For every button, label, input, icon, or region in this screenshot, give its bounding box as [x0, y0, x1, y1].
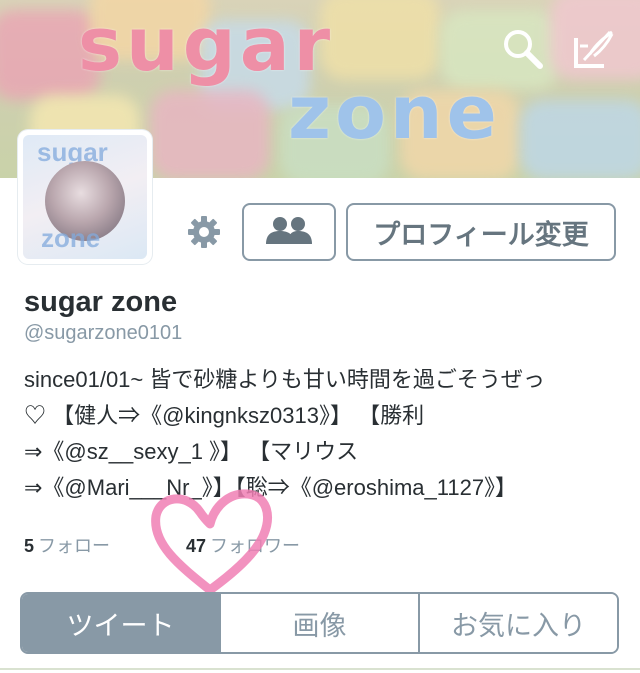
bio-line: ⇒《@sz__sexy_1 》】 【マリウス	[24, 439, 359, 464]
search-icon[interactable]	[498, 24, 546, 72]
following-label: フォロー	[38, 536, 111, 556]
followers-count: 47	[186, 536, 207, 556]
followers-stat[interactable]: 47 フォロワー	[186, 532, 300, 558]
following-stat[interactable]: 5 フォロー	[24, 532, 110, 558]
gear-icon[interactable]	[186, 214, 222, 250]
bio-line: ⇒《@Mari___Nr_》】【聡⇒《@eroshima_1127》】	[24, 475, 518, 500]
divider	[0, 668, 640, 670]
people-icon	[264, 215, 314, 250]
tab-images[interactable]: 画像	[219, 594, 418, 652]
tab-tweets[interactable]: ツイート	[22, 594, 219, 652]
edit-profile-button[interactable]: プロフィール変更	[346, 203, 616, 261]
avatar-image: sugar zone	[23, 135, 147, 259]
bio-line: since01/01~ 皆で砂糖よりも甘い時間を過ごそうぜっ	[24, 367, 545, 392]
bio-line: ♡ 【健人⇒《@kingnksz0313》】 【勝利	[24, 403, 425, 428]
edit-profile-label: プロフィール変更	[373, 219, 589, 250]
people-button[interactable]	[242, 203, 336, 261]
tab-tweets-label: ツイート	[66, 610, 175, 641]
compose-icon[interactable]	[570, 24, 618, 72]
banner-title-line2: zone	[288, 70, 501, 156]
tab-favorites[interactable]: お気に入り	[418, 594, 617, 652]
profile-bio: since01/01~ 皆で砂糖よりも甘い時間を過ごそうぜっ ♡ 【健人⇒《@k…	[24, 362, 624, 506]
followers-label: フォロワー	[210, 536, 301, 556]
following-count: 5	[24, 536, 35, 556]
avatar-text-bottom: zone	[41, 223, 101, 253]
tab-favorites-label: お気に入り	[451, 610, 586, 641]
display-name: sugar zone	[24, 286, 178, 318]
tab-images-label: 画像	[292, 610, 347, 641]
profile-tabs: ツイート 画像 お気に入り	[20, 592, 619, 654]
avatar[interactable]: sugar zone	[18, 130, 152, 264]
user-handle: @sugarzone0101	[24, 322, 183, 344]
